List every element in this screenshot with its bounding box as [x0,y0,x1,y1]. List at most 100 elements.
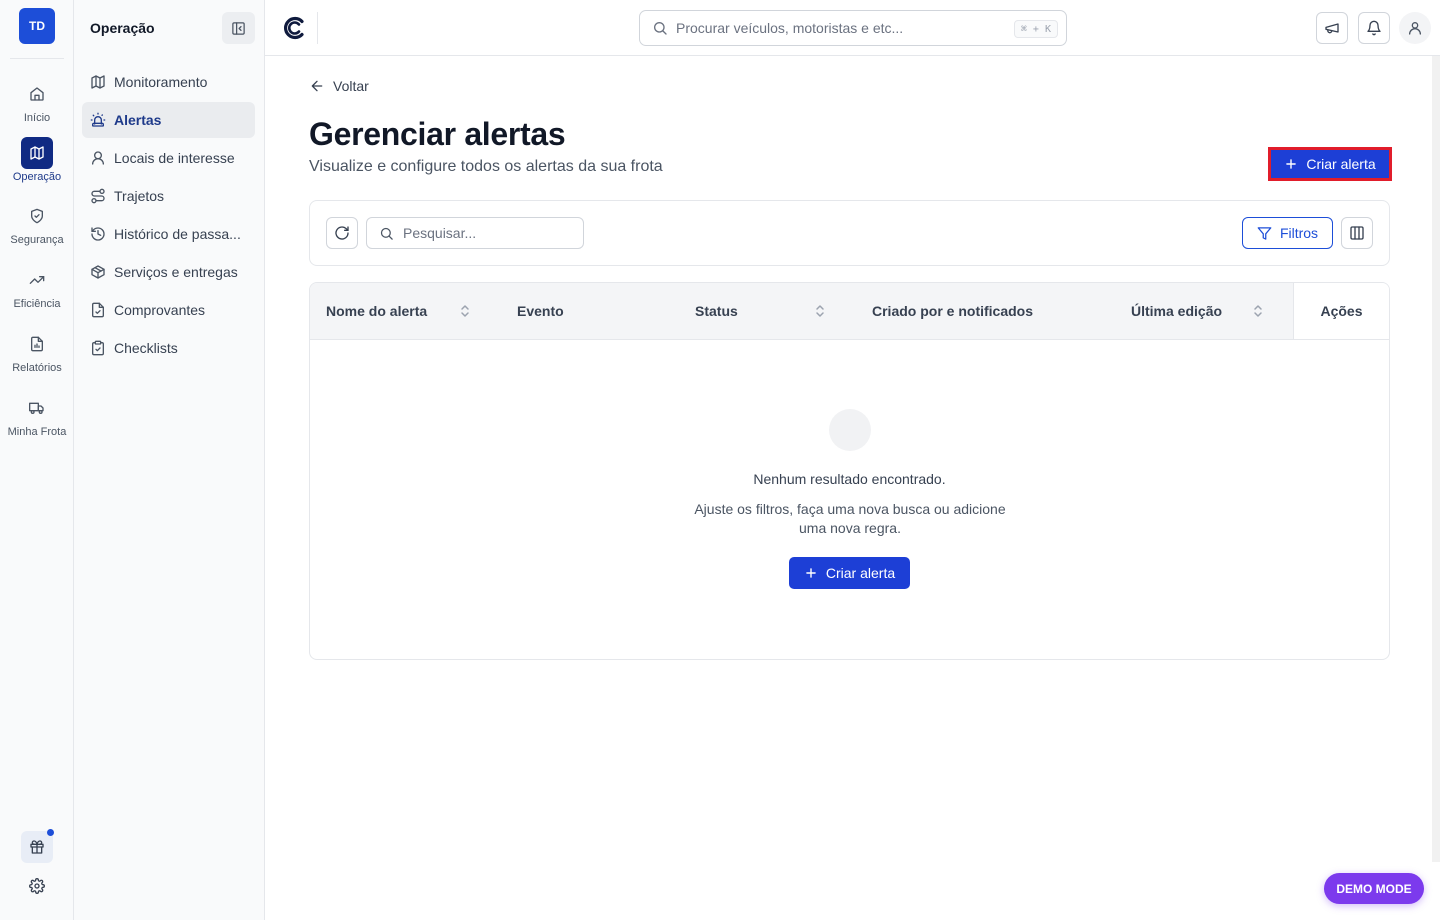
trending-up-icon [21,264,53,296]
page-subtitle: Visualize e configure todos os alertas d… [309,158,663,175]
sidebar-item-label: Serviços e entregas [114,264,238,280]
sidebar-item-trajetos[interactable]: Trajetos [82,178,255,214]
report-icon [21,328,53,360]
table-search [366,217,584,249]
empty-state-description: Ajuste os filtros, faça uma nova busca o… [694,501,1006,536]
route-icon [90,188,106,204]
organization-avatar[interactable]: TD [19,8,55,44]
create-alert-label: Criar alerta [1306,156,1376,172]
sort-icon[interactable] [814,303,826,319]
truck-icon [21,392,53,424]
back-link-label: Voltar [333,78,369,94]
top-bar: Procurar veículos, motoristas e etc... ⌘… [265,0,1440,56]
rail-item-eficiencia[interactable]: Eficiência [0,264,74,310]
columns-icon [1349,225,1365,241]
gear-icon [29,878,45,894]
global-search-placeholder: Procurar veículos, motoristas e etc... [676,20,904,36]
sidebar-item-checklists[interactable]: Checklists [82,330,255,366]
user-icon [1407,20,1423,36]
rail-item-seguranca[interactable]: Segurança [0,200,74,246]
empty-create-alert-button[interactable]: Criar alerta [789,557,910,589]
column-header-status[interactable]: Status [695,283,738,339]
rail-item-label: Segurança [10,234,64,246]
collapse-sidebar-button[interactable] [222,12,255,44]
sidebar-item-label: Histórico de passa... [114,226,241,242]
create-alert-button[interactable]: Criar alerta [1268,147,1392,181]
megaphone-icon [1324,20,1340,36]
sort-icon[interactable] [459,303,471,319]
back-link[interactable]: Voltar [309,78,369,94]
shield-icon [21,200,53,232]
page-title: Gerenciar alertas [309,116,566,152]
rail-item-relatorios[interactable]: Relatórios [0,328,74,374]
sidebar-item-servicos[interactable]: Serviços e entregas [82,254,255,290]
column-header-nome[interactable]: Nome do alerta [326,283,427,339]
sidebar-title: Operação [90,20,155,36]
rail-item-label: Eficiência [13,298,61,310]
sidebar-item-alertas[interactable]: Alertas [82,102,255,138]
page-scrollbar[interactable] [1432,56,1440,862]
main-content: Voltar Gerenciar alertas Visualize e con… [265,56,1440,920]
history-icon [90,226,106,242]
rail-divider [10,58,64,59]
refresh-icon [334,225,350,241]
bell-icon [1366,20,1382,36]
announcements-button[interactable] [1316,12,1348,44]
rail-item-label: Operação [12,171,62,183]
sidebar-item-historico[interactable]: Histórico de passa... [82,216,255,252]
column-header-ultima-edicao[interactable]: Última edição [1131,283,1222,339]
filters-button[interactable]: Filtros [1242,217,1333,249]
siren-icon [90,112,106,128]
settings-button[interactable] [21,870,53,902]
sort-icon[interactable] [1252,303,1264,319]
search-icon [379,226,394,241]
empty-state-illustration [829,409,871,451]
table-search-input[interactable] [403,225,573,241]
sidebar-item-comprovantes[interactable]: Comprovantes [82,292,255,328]
column-header-acoes: Ações [1293,283,1389,339]
sidebar-item-locais[interactable]: Locais de interesse [82,140,255,176]
gift-button[interactable] [21,831,53,863]
demo-mode-badge[interactable]: DEMO MODE [1324,873,1424,904]
package-icon [90,264,106,280]
home-icon [21,78,53,110]
global-search-input[interactable]: Procurar veículos, motoristas e etc... ⌘… [639,10,1067,46]
filters-label: Filtros [1279,225,1319,241]
notification-dot [47,829,54,836]
user-pin-icon [90,150,106,166]
columns-button[interactable] [1341,217,1373,249]
sidebar-item-label: Checklists [114,340,178,356]
sidebar-collapse-icon [231,21,246,36]
sidebar-item-label: Monitoramento [114,74,208,90]
table-header: Nome do alerta Evento Status Criado por … [310,283,1389,340]
empty-create-alert-label: Criar alerta [825,565,896,581]
brand-logo-icon[interactable] [281,14,309,42]
sidebar-item-monitoramento[interactable]: Monitoramento [82,64,255,100]
sidebar-item-label: Comprovantes [114,302,206,318]
notifications-button[interactable] [1358,12,1390,44]
search-icon [652,20,668,36]
map-icon [90,74,106,90]
rail-item-label: Minha Frota [7,426,67,438]
clipboard-check-icon [90,340,106,356]
rail-item-minha-frota[interactable]: Minha Frota [0,392,74,438]
column-header-evento[interactable]: Evento [517,283,564,339]
rail-item-inicio[interactable]: Início [0,78,74,124]
sidebar-item-label: Locais de interesse [114,150,235,166]
rail-item-label: Início [23,112,51,124]
refresh-button[interactable] [326,217,358,249]
filter-icon [1257,226,1272,241]
keyboard-shortcut: ⌘ + K [1013,20,1058,38]
sidebar-item-label: Alertas [114,112,162,128]
rail-item-operacao[interactable]: Operação [0,137,74,183]
plus-icon [804,566,818,580]
empty-state-title: Nenhum resultado encontrado. [753,471,946,487]
alerts-table: Nome do alerta Evento Status Criado por … [309,282,1390,660]
operation-sidebar: Operação Monitoramento Alertas Locais de… [74,0,265,920]
rail-item-label: Relatórios [12,362,62,374]
user-menu-button[interactable] [1399,12,1431,44]
column-header-criado-por[interactable]: Criado por e notificados [872,283,1033,339]
table-toolbar: Filtros [309,200,1390,266]
sidebar-item-label: Trajetos [114,188,165,204]
arrow-left-icon [309,78,325,94]
